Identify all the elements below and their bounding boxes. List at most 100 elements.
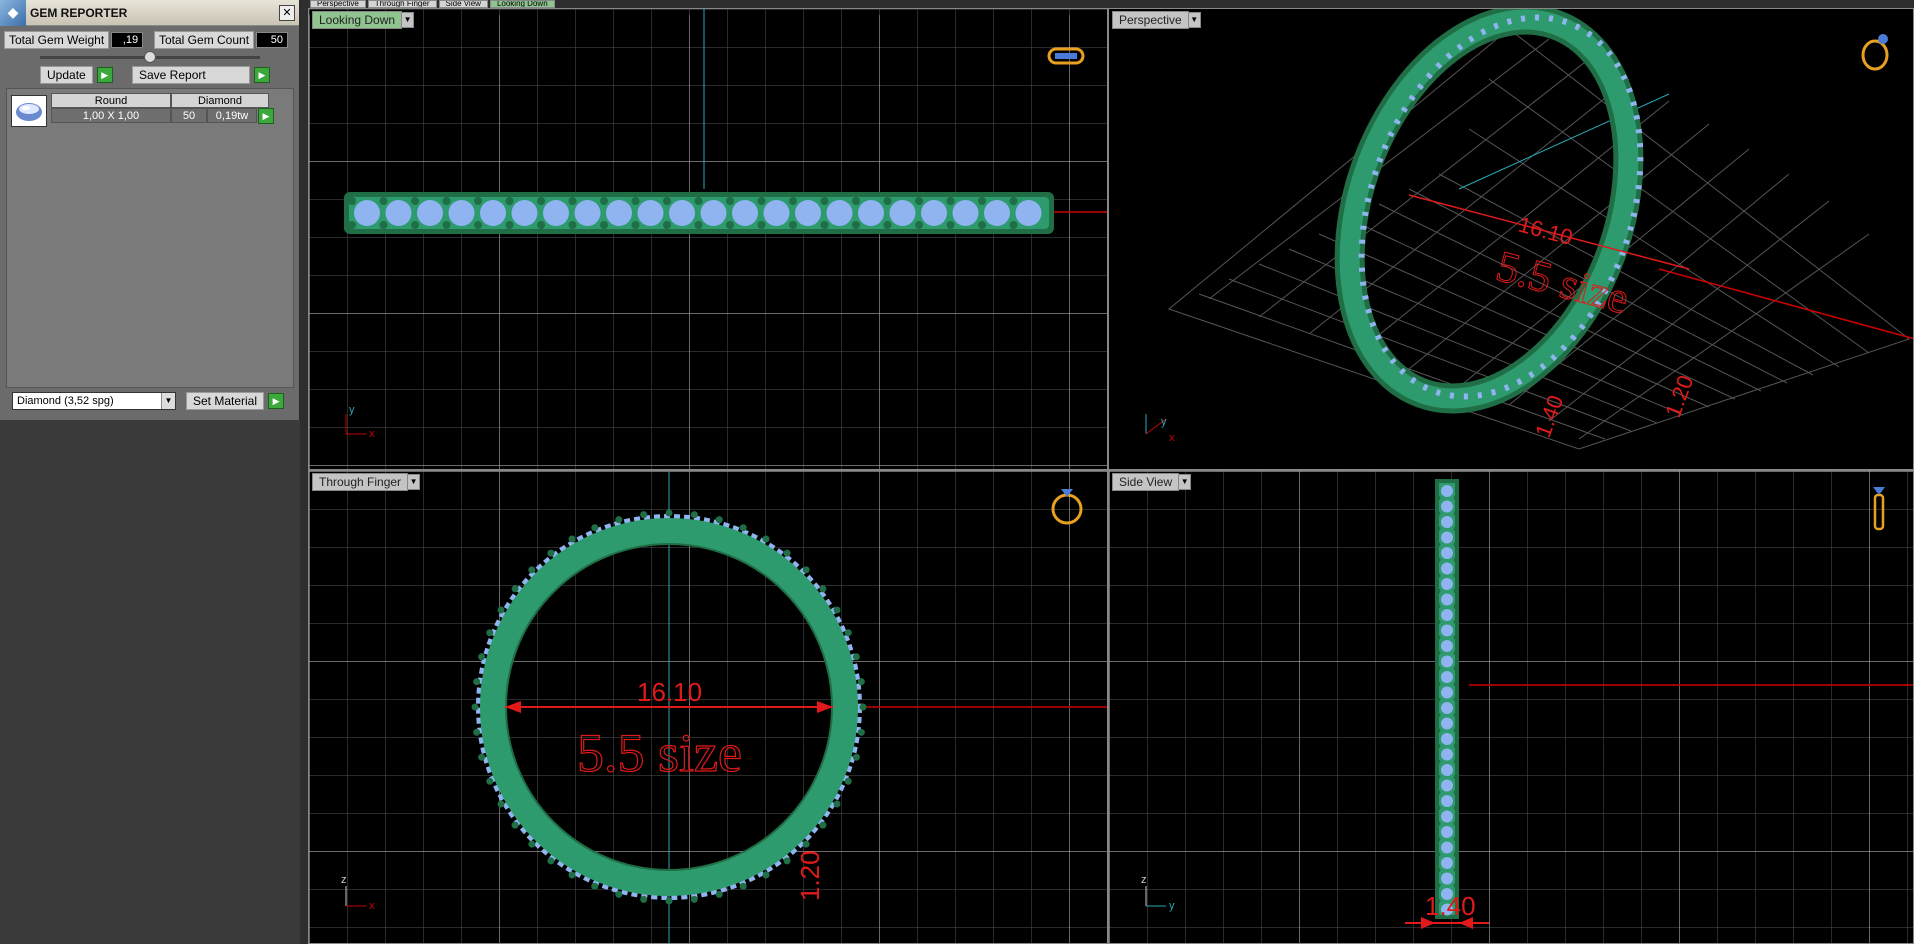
viewport-perspective[interactable]: 16.10 5.5 size 1.40 1.20 y x Perspective… [1108,8,1914,470]
gem [795,200,821,226]
axis-z-label: z [341,874,347,886]
prong [591,524,599,532]
gem [480,200,506,226]
dropdown-arrow-icon[interactable]: ▼ [402,12,415,28]
slider-knob[interactable] [144,51,156,63]
play-icon[interactable]: ▶ [254,67,270,83]
prong [1453,666,1459,671]
prong [663,221,671,229]
viewport-side-view[interactable]: 1.40 z y Side View ▼ [1108,470,1914,944]
prong [1435,867,1441,873]
left-panel: ◆ GEM REPORTER ✕ Total Gem Weight ,19 To… [0,0,300,944]
update-button[interactable]: Update ▶ [40,66,113,84]
prong [511,821,519,829]
prong [1435,774,1441,780]
prong [640,511,648,519]
set-material-label[interactable]: Set Material [186,392,265,410]
gem [1441,702,1453,714]
play-icon[interactable]: ▶ [258,108,274,124]
perspective-dimension-label: 16.10 [1516,212,1576,250]
prong [568,535,576,543]
prong [1453,635,1459,640]
diamond-thumb-icon[interactable] [11,95,47,127]
prong [789,221,797,229]
prong [1453,526,1459,532]
through-finger-label[interactable]: Through Finger ▼ [312,473,421,491]
play-icon[interactable]: ▶ [268,393,285,409]
perspective-label[interactable]: Perspective ▼ [1112,11,1201,29]
slider-track[interactable] [40,51,260,63]
prong [1435,852,1441,857]
axis-y-label: y [1169,900,1175,912]
dropdown-arrow-icon[interactable]: ▼ [408,474,421,490]
gem-reporter-titlebar: ◆ GEM REPORTER ✕ [0,0,299,26]
dropdown-arrow-icon[interactable]: ▼ [1188,12,1201,28]
prong [537,221,545,229]
total-count-value: 50 [256,32,289,48]
tab-side-view[interactable]: Side View [438,0,488,8]
play-icon[interactable]: ▶ [96,67,113,83]
save-report-label[interactable]: Save Report [132,66,250,84]
prong [631,221,640,229]
prong [568,197,577,205]
prong [820,221,829,229]
tab-perspective[interactable]: Perspective [310,0,366,8]
dropdown-arrow-icon[interactable]: ▼ [161,393,175,409]
prong [762,535,770,543]
save-report-button[interactable]: Save Report ▶ [132,66,270,84]
prong [1453,681,1459,687]
gem [669,200,695,226]
prong [946,221,955,229]
prong [694,197,703,205]
side-view-label[interactable]: Side View ▼ [1112,473,1192,491]
prong [511,585,519,593]
prong [615,516,623,524]
prong [852,753,860,761]
gem [1441,779,1453,792]
gem [1441,593,1453,606]
gem [763,200,790,226]
prong [1435,573,1441,578]
gem [1015,200,1042,226]
prong [739,882,747,890]
close-icon[interactable]: ✕ [279,4,295,21]
prong [1453,790,1459,795]
prong [1435,759,1441,764]
gem [1441,562,1453,575]
set-material-button[interactable]: Set Material ▶ [186,392,285,410]
prong [757,221,766,229]
perspective-dim-2: 1.20 [1660,372,1698,421]
gem [606,200,632,226]
viewport-through-finger[interactable]: 16.10 5.5 size 1.20 z x Through Finger ▼ [308,470,1108,944]
prong [859,703,867,711]
gem [385,200,412,226]
tab-looking-down[interactable]: Looking Down [489,0,555,8]
gem [858,200,884,226]
gem [1441,500,1453,513]
prong [1453,836,1459,842]
prong [505,221,514,229]
prong [478,753,486,761]
gem [952,200,979,226]
prong [1435,836,1441,842]
viewport-looking-down[interactable]: y x Looking Down ▼ [308,8,1108,470]
prong [757,197,766,205]
prong [883,197,892,205]
dropdown-arrow-icon[interactable]: ▼ [1179,474,1192,490]
prong [473,728,481,736]
prong [1453,511,1459,516]
prong [1435,557,1441,563]
update-label[interactable]: Update [40,66,93,84]
gem [543,200,569,226]
side-view-canvas: 1.40 z y [1109,471,1913,943]
prong [379,197,388,205]
prong [1435,790,1441,795]
prong [819,821,827,829]
prong [833,606,841,614]
tab-through-finger[interactable]: Through Finger [367,0,437,8]
prong [348,221,356,229]
material-select[interactable]: Diamond (3,52 spg) ▼ [12,392,176,410]
looking-down-label[interactable]: Looking Down ▼ [312,11,415,29]
prong [857,678,865,686]
prong [844,777,852,785]
